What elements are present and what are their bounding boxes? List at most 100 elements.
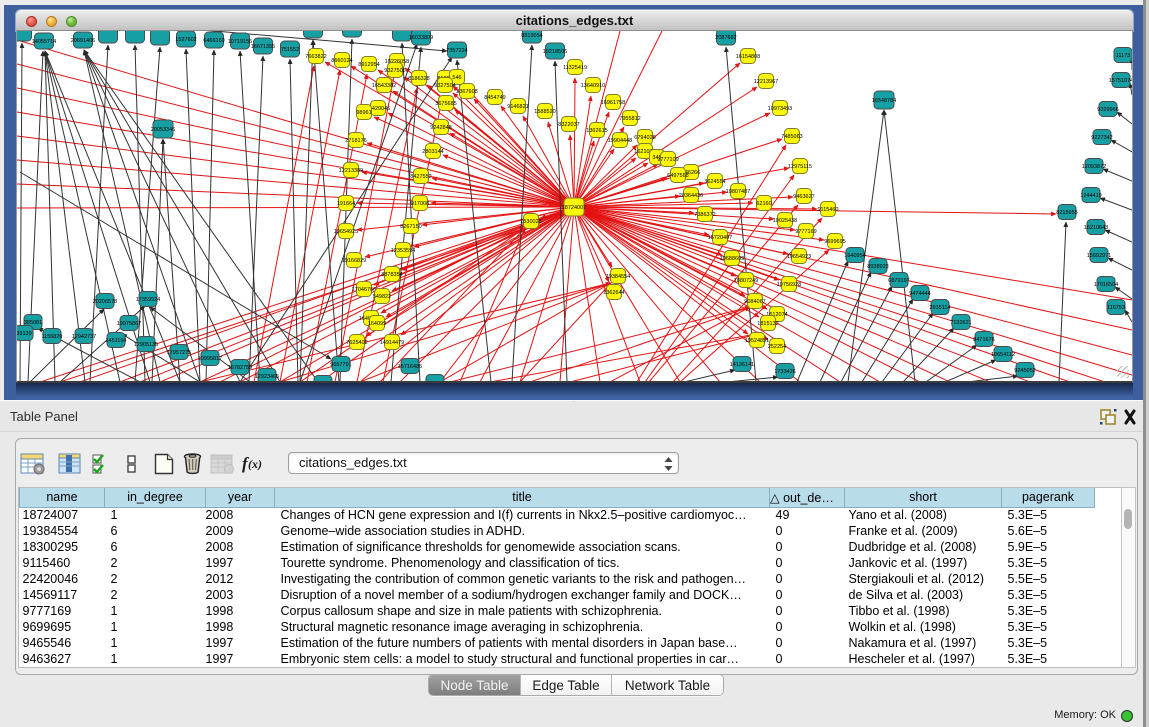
- svg-text:9327504: 9327504: [434, 83, 455, 89]
- svg-text:7955812: 7955812: [619, 116, 640, 122]
- svg-text:12942737: 12942737: [72, 334, 96, 340]
- svg-text:9657791: 9657791: [330, 362, 351, 368]
- svg-text:62160: 62160: [756, 201, 771, 207]
- svg-text:10973493: 10973493: [768, 106, 792, 112]
- svg-text:98961: 98961: [356, 110, 371, 116]
- svg-text:17957275: 17957275: [167, 350, 191, 356]
- svg-text:9699695: 9699695: [824, 239, 845, 245]
- svg-text:549822: 549822: [373, 294, 391, 300]
- svg-text:751552: 751552: [281, 47, 299, 53]
- svg-text:8878354: 8878354: [381, 272, 402, 278]
- svg-text:17046766: 17046766: [352, 287, 376, 293]
- svg-text:1640954: 1640954: [844, 253, 865, 259]
- svg-text:10807487: 10807487: [726, 189, 750, 195]
- svg-text:7625402: 7625402: [346, 340, 367, 346]
- svg-text:16033809: 16033809: [409, 35, 433, 41]
- svg-text:10995817: 10995817: [198, 356, 222, 362]
- svg-text:7357224: 7357224: [446, 48, 467, 54]
- svg-text:10756928: 10756928: [777, 282, 801, 288]
- svg-text:20691406: 20691406: [71, 38, 95, 44]
- svg-text:9327506: 9327506: [384, 68, 405, 74]
- svg-text:8938923: 8938923: [867, 264, 888, 270]
- svg-text:14055714: 14055714: [32, 39, 56, 45]
- svg-text:8427552: 8427552: [410, 174, 431, 180]
- svg-text:19218506: 19218506: [543, 49, 567, 55]
- svg-text:9474444: 9474444: [909, 291, 930, 297]
- svg-text:19904448: 19904448: [608, 138, 632, 144]
- svg-text:19654925: 19654925: [334, 229, 358, 235]
- svg-text:17359924: 17359924: [136, 297, 160, 303]
- svg-text:16961758: 16961758: [601, 100, 625, 106]
- svg-text:9146821: 9146821: [507, 104, 528, 110]
- svg-text:7132621: 7132621: [950, 320, 971, 326]
- svg-text:10025438: 10025438: [773, 218, 797, 224]
- svg-text:12213389: 12213389: [339, 168, 363, 174]
- svg-text:12093872: 12093872: [1082, 164, 1106, 170]
- svg-text:8660124: 8660124: [331, 58, 352, 64]
- svg-text:15720407: 15720407: [708, 235, 732, 241]
- svg-text:1588520: 1588520: [534, 109, 555, 115]
- svg-text:9227342: 9227342: [1091, 135, 1112, 141]
- svg-text:12353594: 12353594: [391, 248, 415, 254]
- svg-text:3675685: 3675685: [435, 101, 456, 107]
- svg-text:8471676: 8471676: [973, 337, 994, 343]
- svg-text:15692971: 15692971: [1087, 253, 1111, 259]
- svg-text:16210643: 16210643: [1084, 225, 1108, 231]
- svg-text:164099: 164099: [368, 321, 386, 327]
- svg-text:8215955: 8215955: [1056, 210, 1077, 216]
- svg-text:9245052: 9245052: [1014, 368, 1035, 374]
- svg-text:1527602: 1527602: [175, 37, 196, 43]
- svg-text:191664: 191664: [337, 201, 355, 207]
- svg-text:6497568: 6497568: [667, 173, 688, 179]
- svg-text:19524851: 19524851: [745, 338, 769, 344]
- svg-text:11325419: 11325419: [563, 65, 587, 71]
- svg-text:1362644: 1362644: [603, 290, 624, 296]
- svg-text:12213967: 12213967: [754, 79, 778, 85]
- svg-text:1362615: 1362615: [586, 128, 607, 134]
- svg-text:12923465: 12923465: [255, 374, 279, 380]
- svg-text:116753: 116753: [1107, 305, 1125, 311]
- svg-text:7485063: 7485063: [781, 134, 802, 140]
- svg-text:252254: 252254: [768, 344, 786, 350]
- svg-text:10688609: 10688609: [720, 256, 744, 262]
- svg-text:6466160: 6466160: [203, 38, 224, 44]
- svg-text:2087682: 2087682: [715, 35, 736, 41]
- svg-text:16154808: 16154808: [736, 54, 760, 60]
- svg-text:16782759: 16782759: [228, 365, 252, 371]
- svg-text:9115460: 9115460: [817, 207, 838, 213]
- svg-text:8322037: 8322037: [558, 122, 579, 128]
- svg-text:11173: 11173: [1116, 53, 1130, 59]
- svg-text:1244419: 1244419: [1080, 193, 1101, 199]
- svg-text:(x): (x): [248, 457, 262, 471]
- svg-text:15716485: 15716485: [398, 364, 422, 370]
- svg-text:17016504: 17016504: [1094, 282, 1118, 288]
- svg-text:14136141: 14136141: [730, 362, 754, 368]
- svg-text:8912954: 8912954: [358, 62, 379, 68]
- svg-text:9777169: 9777169: [795, 229, 816, 235]
- svg-text:2367608: 2367608: [456, 89, 477, 95]
- svg-text:16671355: 16671355: [251, 44, 275, 50]
- svg-text:8454749: 8454749: [484, 95, 505, 101]
- svg-text:1530023: 1530023: [520, 219, 541, 225]
- svg-text:39139: 39139: [17, 331, 32, 337]
- svg-text:1815132: 1815132: [757, 321, 778, 327]
- svg-text:10654112: 10654112: [991, 352, 1015, 358]
- svg-text:6879197: 6879197: [888, 278, 909, 284]
- svg-text:12975115: 12975115: [788, 164, 812, 170]
- svg-text:20053346: 20053346: [151, 127, 175, 133]
- svg-text:19975867: 19975867: [117, 321, 141, 327]
- svg-text:8267150: 8267150: [400, 224, 421, 230]
- svg-text:12905135: 12905135: [134, 342, 158, 348]
- svg-text:3624554: 3624554: [704, 179, 725, 185]
- svg-text:13640910: 13640910: [581, 83, 605, 89]
- svg-text:9463627: 9463627: [793, 194, 814, 200]
- svg-text:1156829: 1156829: [41, 334, 62, 340]
- svg-text:16548784: 16548784: [872, 98, 896, 104]
- svg-text:8813054: 8813054: [521, 33, 542, 39]
- svg-text:14914479: 14914479: [380, 340, 404, 346]
- svg-text:6794028: 6794028: [634, 135, 655, 141]
- svg-text:19166829: 19166829: [342, 258, 366, 264]
- svg-text:18724007: 18724007: [562, 205, 586, 211]
- svg-text:1733426: 1733426: [774, 369, 795, 375]
- svg-text:9084067: 9084067: [744, 299, 765, 305]
